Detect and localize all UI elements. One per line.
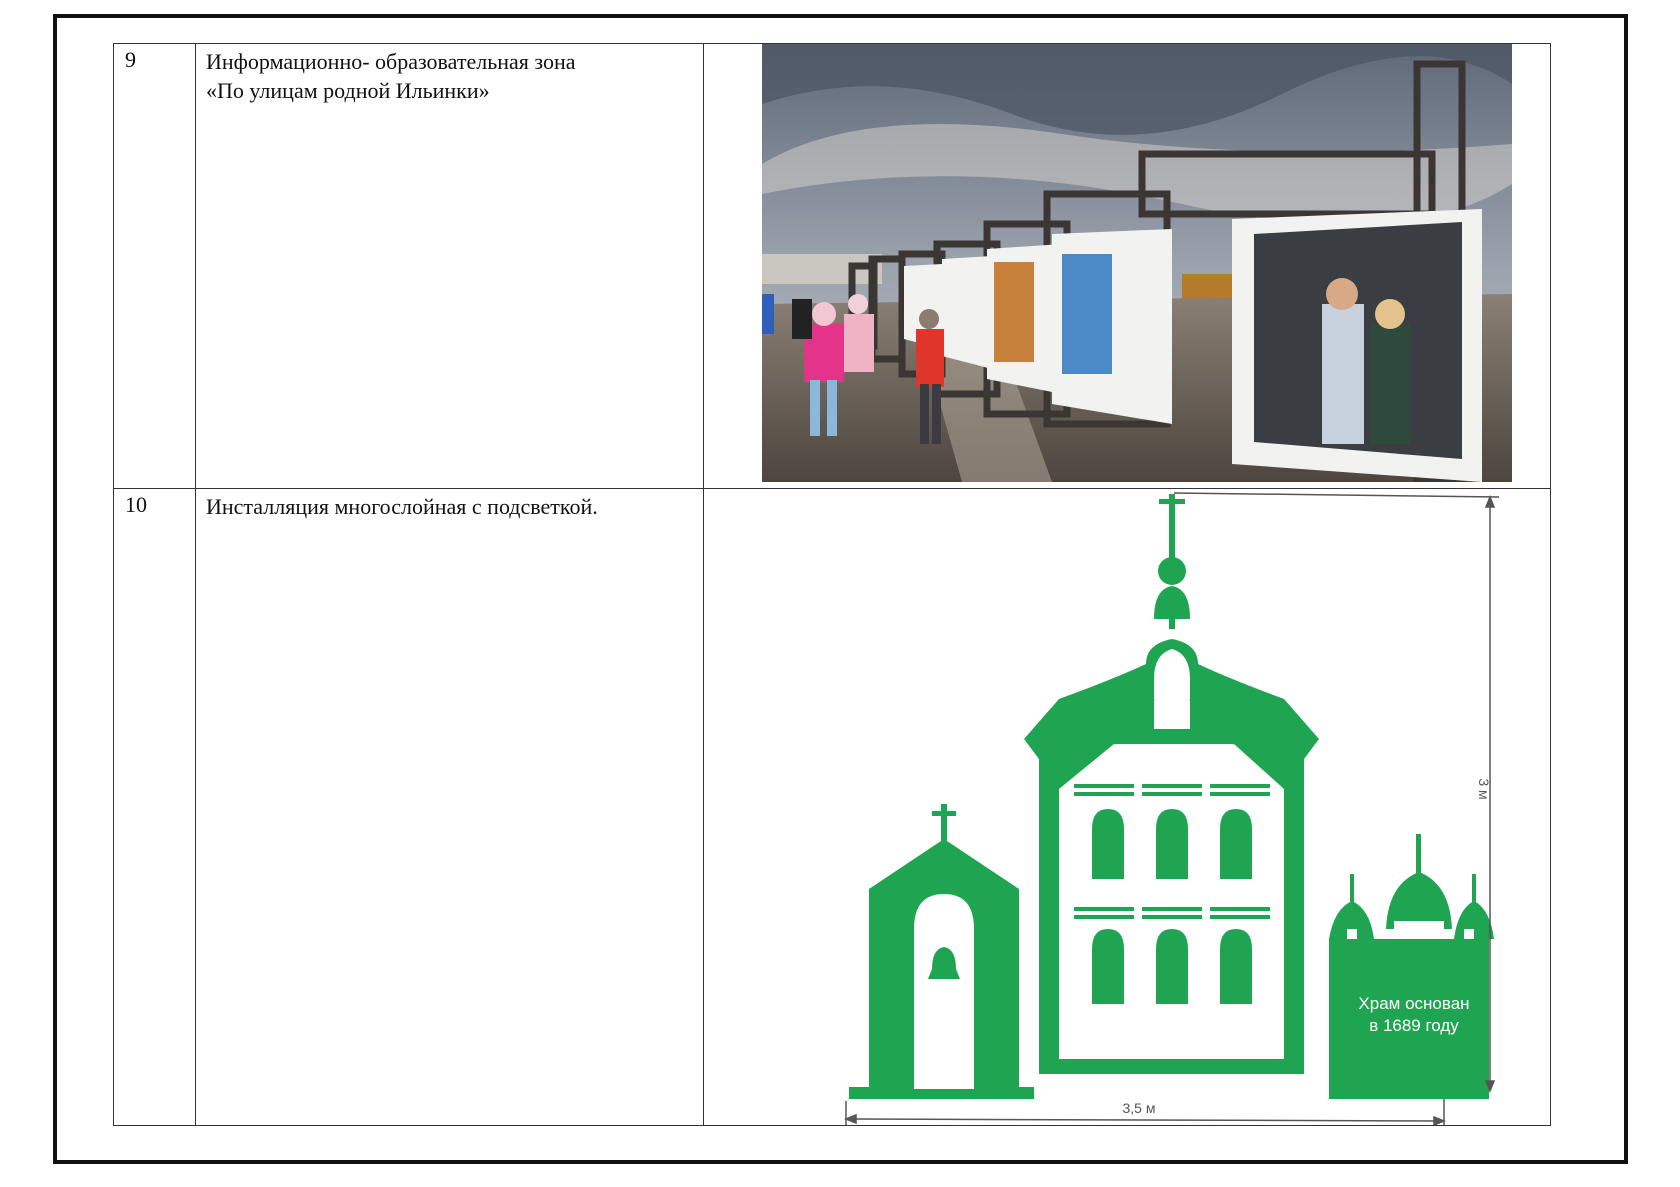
plaque-text-line1: Храм основан: [1358, 994, 1469, 1013]
row-title-line: «По улицам родной Ильинки»: [206, 78, 490, 103]
row-number: 9: [113, 43, 196, 489]
row-description: Информационно- образовательная зона «По …: [195, 43, 704, 489]
row-number: 10: [113, 488, 196, 1126]
height-dimension-label: 3 м: [1476, 778, 1492, 799]
plaque-text-line2: в 1689 году: [1369, 1016, 1459, 1035]
row-image-cell: Храм основан в 1689 году 3 м 3,5 м: [703, 488, 1551, 1126]
row-title-line: Инсталляция многослойная с подсветкой.: [206, 494, 598, 519]
row-image-cell: [703, 43, 1551, 489]
row-title-line: Информационно- образовательная зона: [206, 49, 576, 74]
table-row: 10 Инсталляция многослойная с подсветкой…: [113, 488, 1551, 1126]
width-dimension-label: 3,5 м: [1123, 1100, 1156, 1116]
church-installation-drawing: Храм основан в 1689 году 3 м 3,5 м: [843, 492, 1500, 1125]
row-description: Инсталляция многослойная с подсветкой.: [195, 488, 704, 1126]
exhibition-photo: [762, 44, 1512, 482]
items-table: 9 Информационно- образовательная зона «П…: [113, 43, 1551, 1126]
table-row: 9 Информационно- образовательная зона «П…: [113, 43, 1551, 489]
